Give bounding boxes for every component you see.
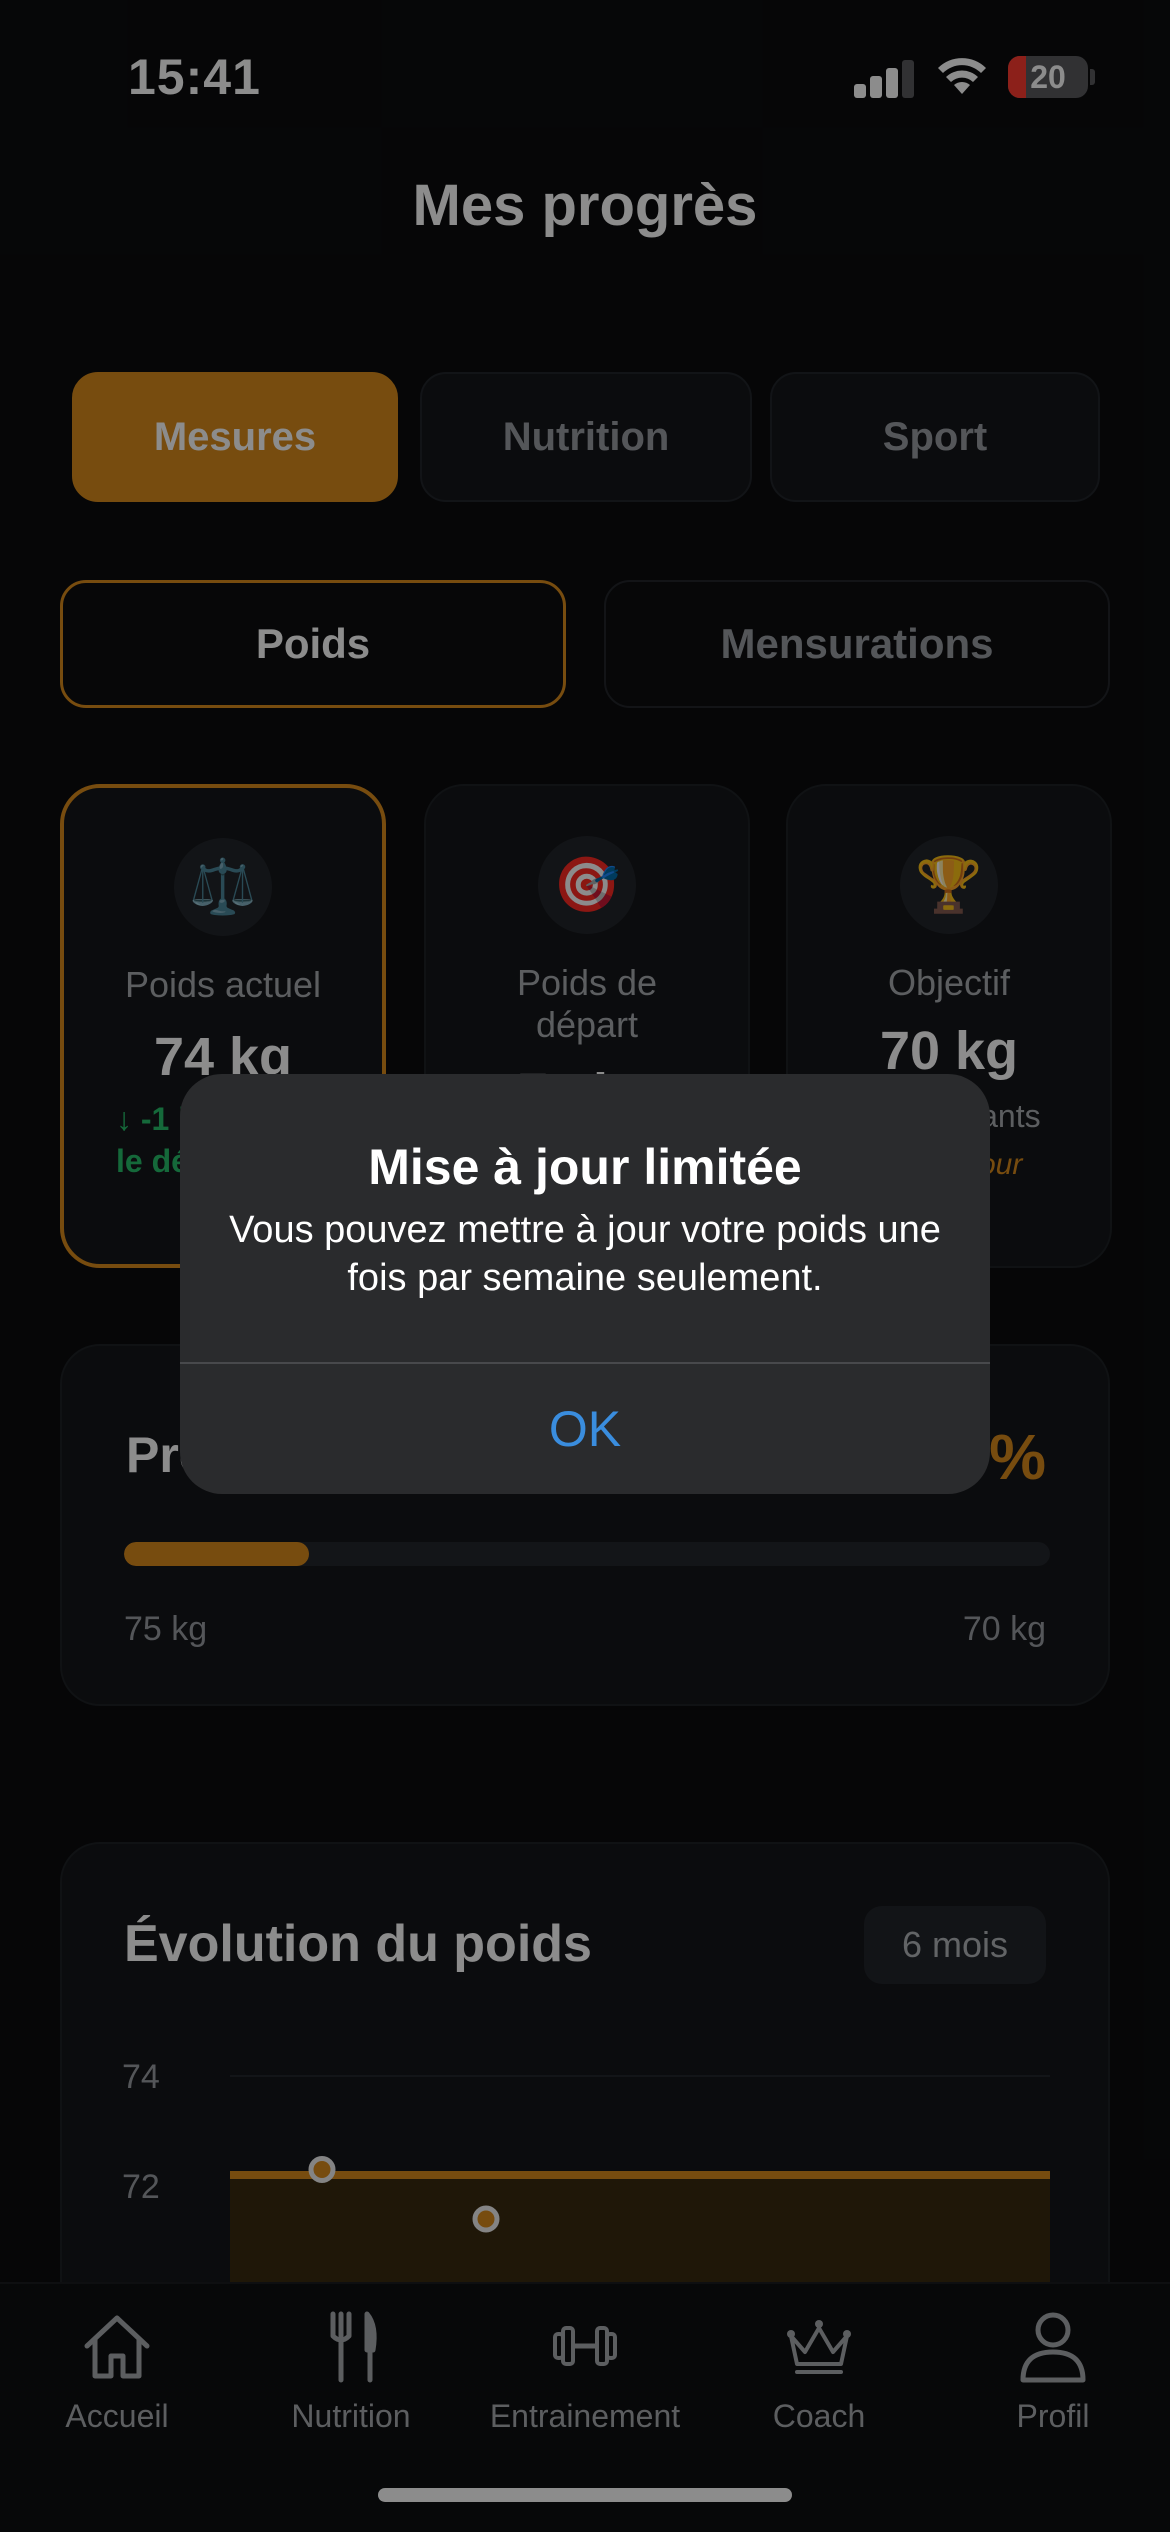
update-limited-alert: Mise à jour limitée Vous pouvez mettre à… bbox=[180, 1074, 990, 1494]
alert-message: Vous pouvez mettre à jour votre poids un… bbox=[229, 1209, 941, 1299]
alert-ok-button[interactable]: OK bbox=[180, 1364, 990, 1494]
alert-title: Mise à jour limitée bbox=[368, 1139, 802, 1195]
